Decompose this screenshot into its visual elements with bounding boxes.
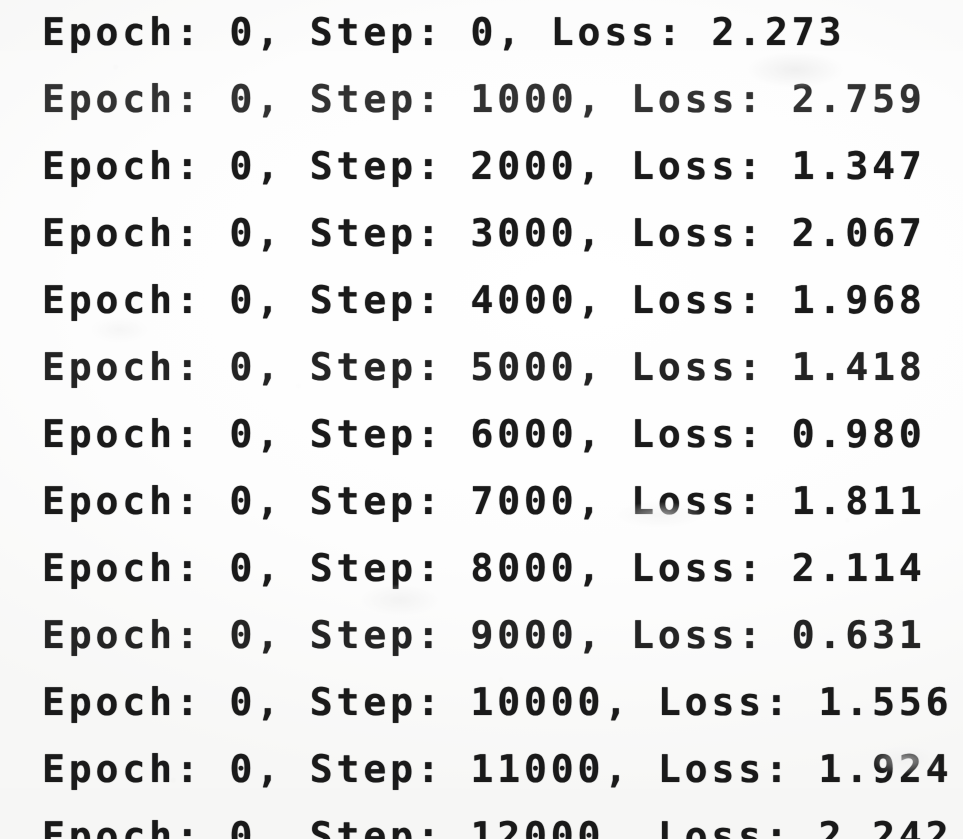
scanned-log-page: Epoch: 0, Step: 0, Loss: 2.273 Epoch: 0,… xyxy=(0,0,963,839)
training-log-output: Epoch: 0, Step: 0, Loss: 2.273 Epoch: 0,… xyxy=(0,0,963,839)
log-line: Epoch: 0, Step: 2000, Loss: 1.347 xyxy=(42,144,926,188)
log-line: Epoch: 0, Step: 0, Loss: 2.273 xyxy=(42,10,846,54)
log-line: Epoch: 0, Step: 11000, Loss: 1.924 xyxy=(42,747,953,791)
log-line: Epoch: 0, Step: 10000, Loss: 1.556 xyxy=(42,680,953,724)
log-line: Epoch: 0, Step: 4000, Loss: 1.968 xyxy=(42,278,926,322)
log-line: Epoch: 0, Step: 9000, Loss: 0.631 xyxy=(42,613,926,657)
log-line: Epoch: 0, Step: 6000, Loss: 0.980 xyxy=(42,412,926,456)
log-line: Epoch: 0, Step: 7000, Loss: 1.811 xyxy=(42,479,926,523)
log-line: Epoch: 0, Step: 5000, Loss: 1.418 xyxy=(42,345,926,389)
log-line: Epoch: 0, Step: 12000, Loss: 2.242 xyxy=(42,814,953,839)
log-line: Epoch: 0, Step: 8000, Loss: 2.114 xyxy=(42,546,926,590)
log-line: Epoch: 0, Step: 1000, Loss: 2.759 xyxy=(42,77,926,121)
log-line: Epoch: 0, Step: 3000, Loss: 2.067 xyxy=(42,211,926,255)
